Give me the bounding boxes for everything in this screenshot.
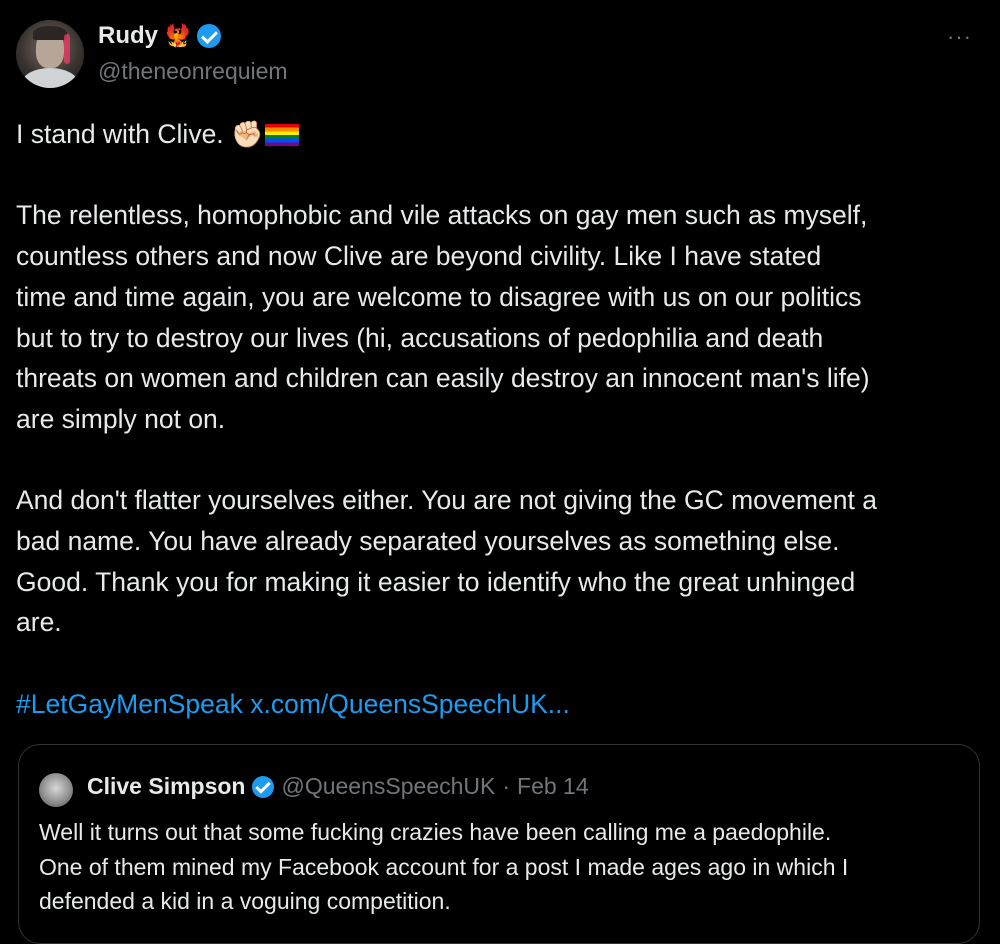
tweet-line-1-text: I stand with Clive. (16, 119, 224, 149)
tweet-para2-line: are simply not on. (16, 403, 226, 434)
tweet-para2-line: time and time again, you are welcome to … (16, 281, 862, 312)
tweet-header: Rudy 🐦‍🔥 @theneonrequiem ··· (16, 20, 984, 92)
more-options-icon[interactable]: ··· (947, 24, 972, 50)
tweet-links-row: #LetGayMenSpeak x.com/QueensSpeechUK... (16, 684, 986, 725)
rainbow-flag-icon (265, 124, 300, 146)
quoted-line: Well it turns out that some fucking craz… (39, 819, 832, 845)
tweet-para2-line: but to try to destroy our lives (hi, acc… (16, 322, 824, 353)
tweet-line-1: I stand with Clive. ✊🏻 (16, 114, 986, 155)
quoted-line: One of them mined my Facebook account fo… (39, 853, 849, 880)
tweet-para2-line: countless others and now Clive are beyon… (16, 241, 822, 272)
quoted-tweet-body: Well it turns out that some fucking craz… (39, 815, 969, 919)
quoted-separator: · (502, 773, 511, 799)
quoted-tweet[interactable]: Clive Simpson @QueensSpeechUK · Feb 14 W… (18, 744, 980, 944)
author-handle[interactable]: @theneonrequiem (98, 58, 288, 85)
quoted-line: defended a kid in a voguing competition. (39, 888, 451, 914)
quoted-verified-badge-icon (252, 775, 275, 798)
hashtag-link[interactable]: #LetGayMenSpeak (16, 689, 243, 719)
verified-badge-icon[interactable] (197, 24, 222, 48)
tweet-para2-line: threats on women and children can easily… (16, 363, 870, 394)
quoted-author-avatar[interactable] (39, 773, 73, 807)
quoted-author-handle[interactable]: @QueensSpeechUK (281, 773, 495, 800)
name-emojis: 🐦‍🔥 (164, 23, 192, 48)
tweet-para3-line: bad name. You have already separated you… (16, 526, 840, 556)
tweet-para3-line: And don't flatter yourselves either. You… (16, 485, 877, 516)
quoted-date[interactable]: Feb 14 (517, 773, 589, 800)
quoted-tweet-header: Clive Simpson @QueensSpeechUK · Feb 14 (87, 773, 589, 800)
tweet-para3-line: are. (16, 607, 62, 638)
author-display-name[interactable]: Rudy (98, 22, 158, 50)
tweet-para2-line: The relentless, homophobic and vile atta… (16, 200, 868, 231)
raised-fist-emoji: ✊🏻 (231, 119, 264, 149)
tweet-para3-line: Good. Thank you for making it easier to … (16, 566, 856, 597)
author-name-row: Rudy 🐦‍🔥 (98, 22, 222, 50)
tweet-body: I stand with Clive. ✊🏻 The relentless, h… (16, 114, 986, 725)
author-avatar[interactable] (16, 20, 84, 88)
url-link[interactable]: x.com/QueensSpeechUK... (250, 689, 570, 719)
quoted-author-name[interactable]: Clive Simpson (87, 773, 245, 800)
